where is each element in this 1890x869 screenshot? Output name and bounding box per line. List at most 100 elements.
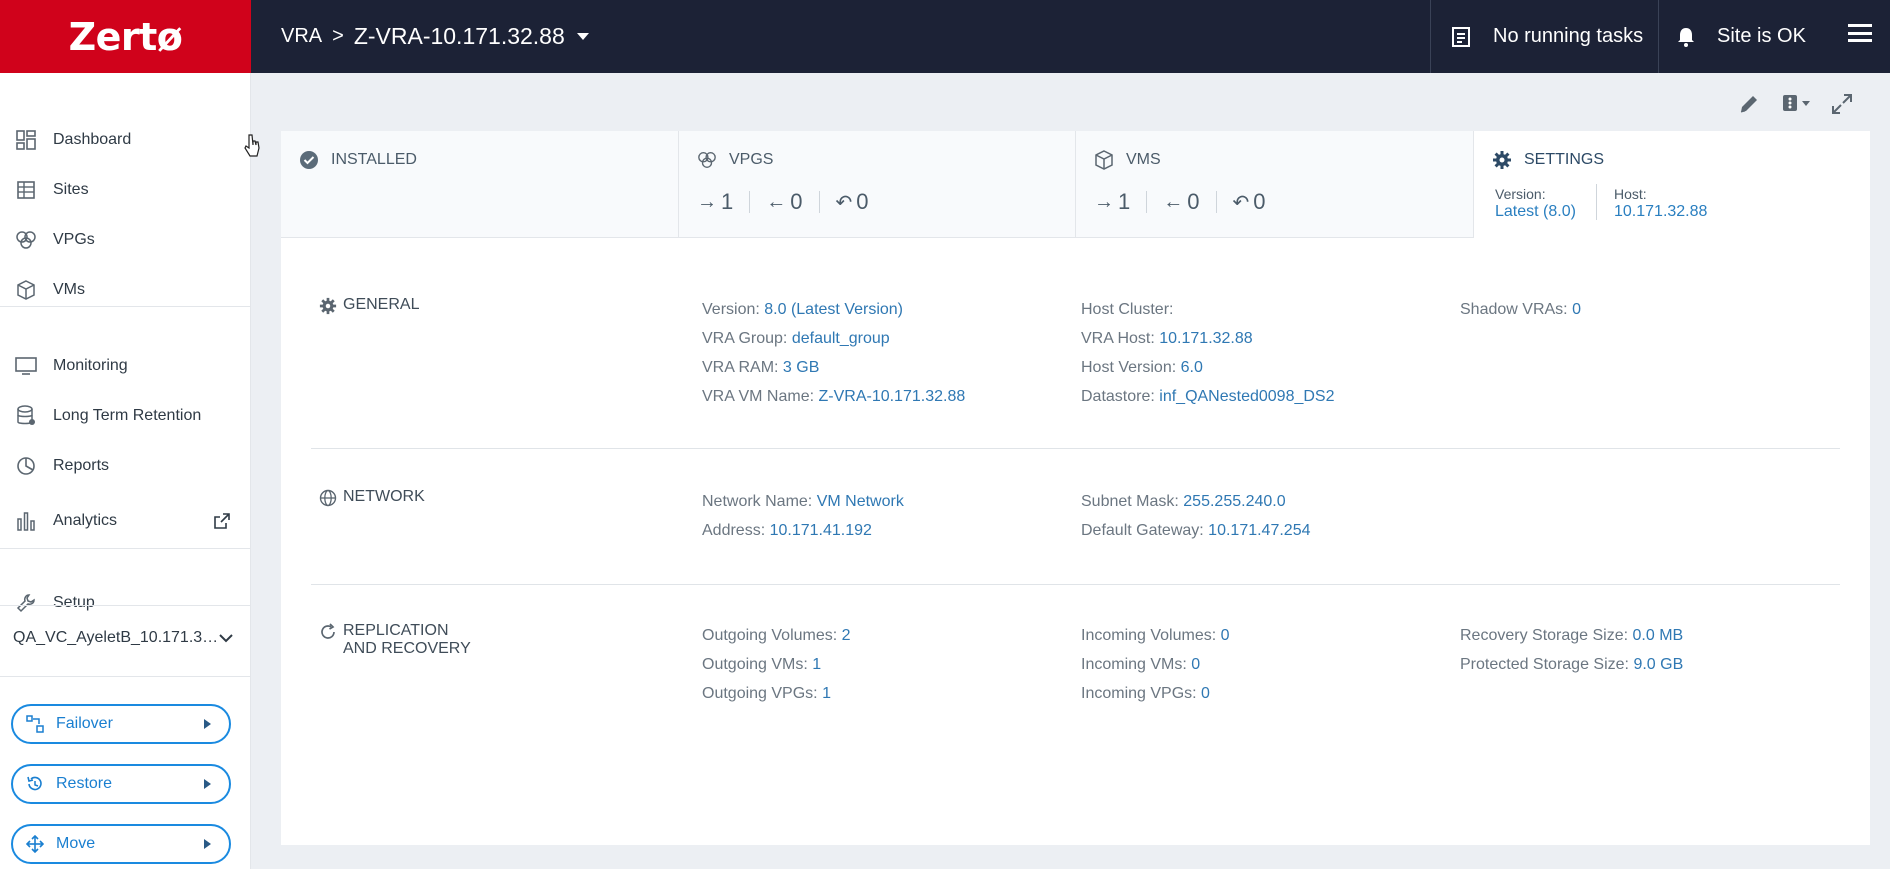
more-actions-button[interactable] xyxy=(1782,94,1810,112)
kv-label: Default Gateway: xyxy=(1081,522,1209,539)
kv-label: Outgoing VMs: xyxy=(702,656,813,673)
kv-value: 0 xyxy=(1191,656,1201,673)
vra-details-card: INSTALLED VPGS → 1 ← 0 ↶ 0 VMS → 1 ← 0 ↶ 0 xyxy=(281,131,1870,845)
kv-value: 1 xyxy=(812,656,822,673)
tab-settings[interactable]: SETTINGS xyxy=(1474,131,1870,238)
tab-vpgs[interactable]: VPGS → 1 ← 0 ↶ 0 xyxy=(679,131,1076,238)
site-status-button[interactable]: Site is OK xyxy=(1658,0,1840,73)
running-tasks-button[interactable]: No running tasks xyxy=(1430,0,1658,73)
settings-host-label: Host: xyxy=(1614,186,1647,202)
sidebar-item-label: Monitoring xyxy=(53,357,128,374)
kv-label: Version: xyxy=(702,301,765,318)
sidebar-item-label: VMs xyxy=(53,281,85,298)
gear-icon xyxy=(1492,150,1512,170)
sidebar-divider xyxy=(0,676,250,677)
kv-value: 0 xyxy=(1201,685,1210,702)
sidebar-item-label: Setup xyxy=(53,594,95,611)
replication-title-line2: AND RECOVERY xyxy=(343,640,471,657)
protected-storage-size: Protected Storage Size: 9.0 GB xyxy=(1460,656,1683,674)
refresh-icon xyxy=(319,623,337,641)
incoming-value: 0 xyxy=(790,189,803,214)
incoming-vms: Incoming VMs: 0 xyxy=(1081,656,1200,674)
sidebar-item-label: Reports xyxy=(53,457,110,474)
bar-chart-icon xyxy=(14,509,38,533)
arrow-left-icon: ← xyxy=(766,190,787,213)
tab-vpgs-label: VPGS xyxy=(729,151,774,168)
replication-section-title: REPLICATION AND RECOVERY xyxy=(319,622,471,658)
hamburger-menu-icon[interactable] xyxy=(1848,24,1872,42)
edit-icon[interactable] xyxy=(1738,93,1760,115)
settings-host-value: 10.171.32.88 xyxy=(1614,203,1708,220)
failover-button[interactable]: Failover xyxy=(11,704,231,744)
tasks-icon xyxy=(1452,26,1470,47)
play-icon xyxy=(204,779,211,789)
sidebar: Dashboard Sites VPGs VMs Monitoring Long… xyxy=(0,73,251,869)
sidebar-item-vpgs[interactable]: VPGs xyxy=(0,218,250,262)
settings-version-label: Version: xyxy=(1495,186,1546,202)
sidebar-item-dashboard[interactable]: Dashboard xyxy=(0,118,250,162)
kv-value: 3 GB xyxy=(782,359,820,376)
sidebar-item-label: Dashboard xyxy=(53,131,132,148)
chevron-down-icon xyxy=(219,634,233,643)
kv-value: 1 xyxy=(822,685,831,702)
settings-version: Version: Latest (8.0) xyxy=(1495,186,1576,221)
return-arrow-icon: ↶ xyxy=(1232,191,1250,214)
kv-label: VRA Group: xyxy=(702,330,792,347)
kv-value: 2 xyxy=(841,627,851,644)
kv-label: Incoming VMs: xyxy=(1081,656,1192,673)
breadcrumb-root[interactable]: VRA xyxy=(281,25,322,48)
kv-value: 10.171.41.192 xyxy=(769,522,872,539)
site-status-label: Site is OK xyxy=(1717,25,1806,47)
kv-value: 0 xyxy=(1220,627,1230,644)
sidebar-divider xyxy=(0,605,250,606)
sidebar-item-label: Long Term Retention xyxy=(53,407,202,424)
site-selector[interactable]: QA_VC_AyeletB_10.171.3… xyxy=(13,629,233,647)
restore-button[interactable]: Restore xyxy=(11,764,231,804)
sidebar-item-sites[interactable]: Sites xyxy=(0,168,250,212)
sidebar-item-analytics[interactable]: Analytics xyxy=(0,499,250,543)
general-section-title: GENERAL xyxy=(319,296,419,315)
kv-value: 0 xyxy=(1572,301,1581,318)
tab-settings-label: SETTINGS xyxy=(1524,151,1605,168)
breadcrumb-current[interactable]: Z-VRA-10.171.32.88 xyxy=(354,23,565,50)
tab-installed-label: INSTALLED xyxy=(331,151,417,168)
self-protected-value: 0 xyxy=(1253,189,1266,214)
sidebar-item-reports[interactable]: Reports xyxy=(0,444,250,488)
vms-icon xyxy=(14,278,38,302)
kv-value: 10.171.32.88 xyxy=(1159,330,1253,347)
kv-value: 255.255.240.0 xyxy=(1183,493,1286,510)
general-vra-group: VRA Group: default_group xyxy=(702,330,890,348)
incoming-vpgs: Incoming VPGs: 0 xyxy=(1081,685,1210,703)
kv-label: Network Name: xyxy=(702,493,817,510)
tab-installed[interactable]: INSTALLED xyxy=(281,131,679,238)
failover-label: Failover xyxy=(56,715,113,732)
outgoing-vms: Outgoing VMs: 1 xyxy=(702,656,821,674)
outgoing-vpgs: Outgoing VPGs: 1 xyxy=(702,685,831,703)
play-icon xyxy=(204,839,211,849)
tab-vms-label: VMS xyxy=(1126,151,1161,168)
zerto-logo[interactable]: Zertø xyxy=(0,0,251,73)
sidebar-item-label: Analytics xyxy=(53,512,118,529)
tab-vms[interactable]: VMS → 1 ← 0 ↶ 0 xyxy=(1076,131,1474,238)
expand-icon[interactable] xyxy=(1831,93,1853,115)
chevron-down-icon xyxy=(1802,100,1810,106)
network-subnet-mask: Subnet Mask: 255.255.240.0 xyxy=(1081,493,1286,511)
network-title: NETWORK xyxy=(343,488,425,505)
kv-label: VRA Host: xyxy=(1081,330,1160,347)
kv-label: Outgoing Volumes: xyxy=(702,627,842,644)
external-link-icon[interactable] xyxy=(214,513,230,529)
sidebar-item-monitoring[interactable]: Monitoring xyxy=(0,344,250,388)
sidebar-divider xyxy=(0,306,250,307)
dashboard-icon xyxy=(14,128,38,152)
kv-label: Incoming Volumes: xyxy=(1081,627,1221,644)
chevron-down-icon[interactable] xyxy=(576,33,589,40)
sidebar-item-setup[interactable]: Setup xyxy=(0,581,250,625)
return-arrow-icon: ↶ xyxy=(835,191,853,214)
kv-value: VM Network xyxy=(816,493,904,510)
sidebar-item-long-term-retention[interactable]: Long Term Retention xyxy=(0,394,250,438)
wrench-icon xyxy=(14,591,38,615)
sites-icon xyxy=(14,178,38,202)
move-button[interactable]: Move xyxy=(11,824,231,864)
incoming-count: ← 0 xyxy=(766,189,802,215)
general-title: GENERAL xyxy=(343,296,420,313)
